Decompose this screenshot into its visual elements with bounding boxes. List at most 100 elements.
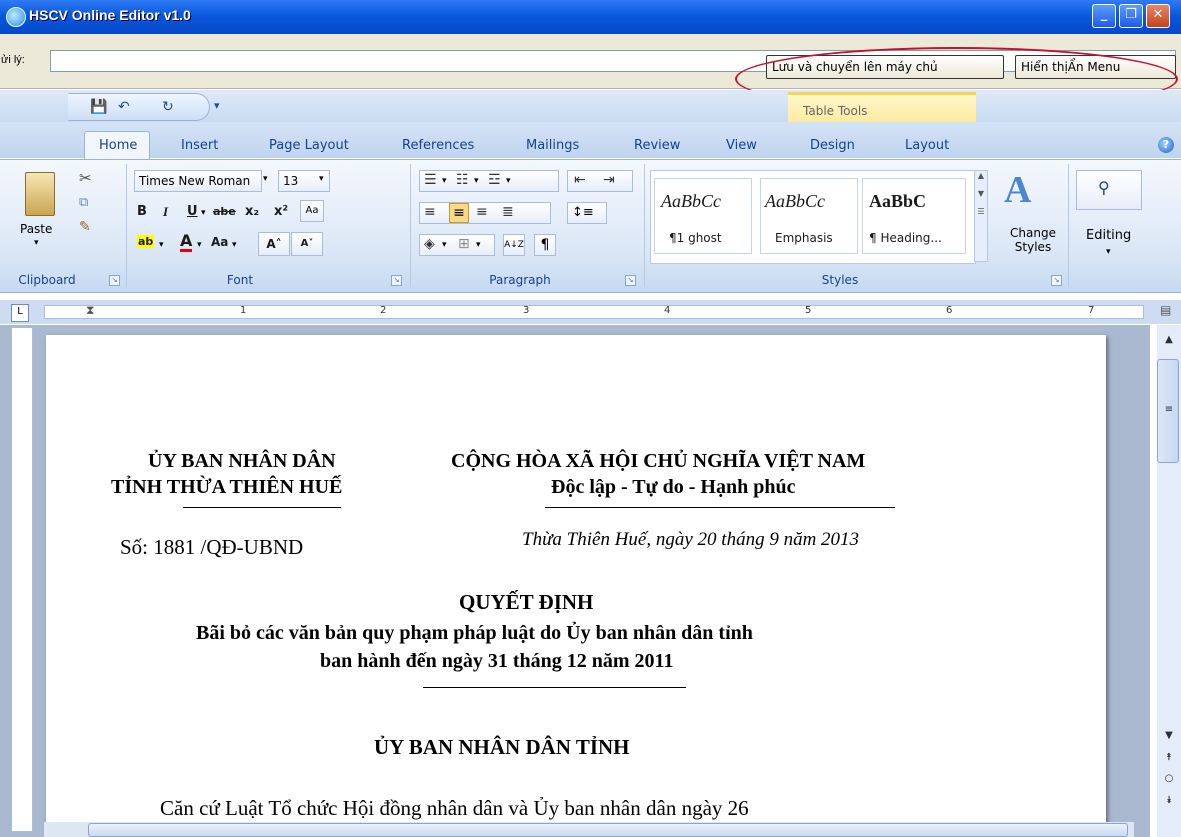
editing-dropdown-icon[interactable]: ▾: [1106, 247, 1111, 257]
bullets-dropdown-icon[interactable]: ▾: [442, 176, 447, 186]
font-launcher-icon[interactable]: ↘: [391, 275, 402, 286]
style-name: ¶ Heading...: [869, 231, 942, 245]
tab-view[interactable]: View: [726, 138, 757, 153]
view-ruler-icon[interactable]: ▤: [1160, 303, 1171, 317]
style-item-ghost[interactable]: AaBbCc ¶1 ghost: [654, 178, 752, 254]
right-header-line-2: Độc lập - Tự do - Hạnh phúc: [551, 476, 796, 498]
redo-icon[interactable]: ↻: [162, 99, 174, 115]
borders-dropdown-icon[interactable]: ▾: [476, 240, 481, 250]
tab-selector[interactable]: L: [11, 304, 29, 322]
minimize-button[interactable]: _: [1092, 4, 1116, 28]
paste-dropdown-icon[interactable]: ▾: [34, 238, 39, 248]
customize-qat-icon[interactable]: ▾: [214, 99, 220, 112]
style-sample: AaBbCc: [765, 191, 825, 211]
help-icon[interactable]: ?: [1158, 137, 1174, 153]
previous-page-icon[interactable]: ⯭: [1162, 752, 1176, 763]
tab-mailings[interactable]: Mailings: [526, 138, 579, 153]
underline-dropdown-icon[interactable]: ▾: [201, 208, 206, 218]
indent-marker-icon[interactable]: ⧗: [86, 303, 94, 318]
horizontal-ruler[interactable]: [44, 305, 1144, 319]
next-page-icon[interactable]: ⯯: [1162, 795, 1176, 806]
maximize-button[interactable]: ❐: [1119, 4, 1143, 28]
tab-references[interactable]: References: [402, 138, 474, 153]
subscript-button[interactable]: x₂: [245, 204, 259, 219]
cut-icon[interactable]: ✂: [79, 169, 92, 187]
align-left-icon[interactable]: ≡: [424, 204, 436, 220]
align-right-icon[interactable]: ≡: [476, 204, 488, 220]
font-color-button[interactable]: A: [180, 233, 193, 252]
change-styles-icon[interactable]: A: [1004, 168, 1031, 212]
numbering-dropdown-icon[interactable]: ▾: [474, 176, 479, 186]
align-center-icon[interactable]: ≡: [449, 203, 469, 223]
save-icon[interactable]: 💾: [90, 99, 107, 115]
line-spacing-icon[interactable]: ↕≡: [567, 202, 607, 224]
bold-button[interactable]: B: [137, 204, 147, 219]
paste-icon[interactable]: [25, 172, 55, 216]
show-formatting-button[interactable]: ¶: [534, 234, 556, 256]
numbering-icon[interactable]: ☷: [456, 172, 469, 188]
tab-home[interactable]: Home: [99, 138, 137, 153]
right-header-line-1: CỘNG HÒA XÃ HỘI CHỦ NGHĨA VIỆT NAM: [451, 450, 866, 472]
tab-page-layout[interactable]: Page Layout: [269, 138, 349, 153]
strikethrough-button[interactable]: abe: [213, 205, 236, 218]
styles-launcher-icon[interactable]: ↘: [1051, 275, 1062, 286]
paste-label[interactable]: Paste: [20, 222, 52, 236]
superscript-button[interactable]: x²: [274, 204, 288, 219]
underline-button[interactable]: U: [187, 204, 198, 219]
undo-icon[interactable]: ↶: [118, 99, 130, 115]
justify-icon[interactable]: ≣: [502, 204, 514, 220]
paragraph-launcher-icon[interactable]: ↘: [625, 275, 636, 286]
highlight-dropdown-icon[interactable]: ▾: [159, 240, 164, 250]
left-header-line-1: ỦY BAN NHÂN DÂN: [148, 450, 336, 472]
copy-icon[interactable]: ⧉: [79, 195, 88, 210]
multilevel-list-icon[interactable]: ☲: [488, 172, 501, 188]
scroll-up-icon[interactable]: ▲: [1162, 334, 1176, 345]
decrease-indent-icon[interactable]: ⇤: [574, 172, 586, 188]
change-case-button[interactable]: Aa: [211, 235, 228, 249]
font-name-select[interactable]: Times New Roman: [134, 170, 262, 192]
tab-layout[interactable]: Layout: [905, 138, 949, 153]
editing-label[interactable]: Editing: [1086, 228, 1131, 243]
subject-line-2: ban hành đến ngày 31 tháng 12 năm 2011: [320, 650, 674, 672]
document-page[interactable]: [46, 335, 1106, 835]
tab-insert[interactable]: Insert: [181, 138, 218, 153]
find-binoculars-icon[interactable]: ⚲: [1098, 178, 1110, 197]
paragraph-group-label: Paragraph: [489, 273, 551, 287]
vertical-ruler: [11, 327, 33, 832]
font-name-dropdown-icon[interactable]: ▾: [263, 174, 268, 184]
format-painter-icon[interactable]: ✎: [79, 219, 91, 235]
highlight-button[interactable]: ab: [137, 235, 155, 248]
ruler-number: 4: [664, 305, 671, 316]
group-divider: [644, 164, 645, 287]
font-color-dropdown-icon[interactable]: ▾: [197, 240, 202, 250]
close-button[interactable]: ✕: [1146, 4, 1170, 28]
tab-review[interactable]: Review: [634, 138, 680, 153]
styles-scroll[interactable]: ▲ ▼ ☰: [974, 170, 988, 262]
right-header-underline: [545, 507, 895, 508]
horizontal-scroll-thumb[interactable]: [88, 823, 1128, 837]
scroll-down-icon[interactable]: ▼: [1162, 730, 1176, 741]
tab-design[interactable]: Design: [810, 138, 855, 153]
italic-button[interactable]: I: [163, 204, 168, 220]
grow-font-button[interactable]: A˄: [258, 232, 290, 256]
style-item-emphasis[interactable]: AaBbCc Emphasis: [760, 178, 858, 254]
font-size-dropdown-icon[interactable]: ▾: [319, 174, 324, 184]
group-divider: [410, 164, 411, 287]
select-browse-object-icon[interactable]: ○: [1162, 773, 1176, 784]
change-case-dropdown-icon[interactable]: ▾: [232, 240, 237, 250]
styles-group-label: Styles: [821, 273, 859, 287]
clipboard-launcher-icon[interactable]: ↘: [109, 275, 120, 286]
sort-button[interactable]: A↓Z: [503, 234, 525, 256]
bullets-icon[interactable]: ☰: [424, 172, 437, 188]
change-styles-label[interactable]: Change Styles: [998, 226, 1068, 254]
shading-icon[interactable]: ◈: [424, 236, 435, 252]
style-item-heading[interactable]: AaBbC ¶ Heading...: [862, 178, 966, 254]
shrink-font-button[interactable]: A˅: [291, 232, 323, 256]
increase-indent-icon[interactable]: ⇥: [603, 172, 615, 188]
clear-formatting-icon[interactable]: Aa: [300, 200, 324, 222]
borders-icon[interactable]: ⊞: [458, 236, 470, 252]
group-divider: [126, 164, 127, 287]
shading-dropdown-icon[interactable]: ▾: [442, 240, 447, 250]
multilevel-dropdown-icon[interactable]: ▾: [506, 176, 511, 186]
document-number: Số: 1881 /QĐ-UBND: [120, 535, 304, 559]
